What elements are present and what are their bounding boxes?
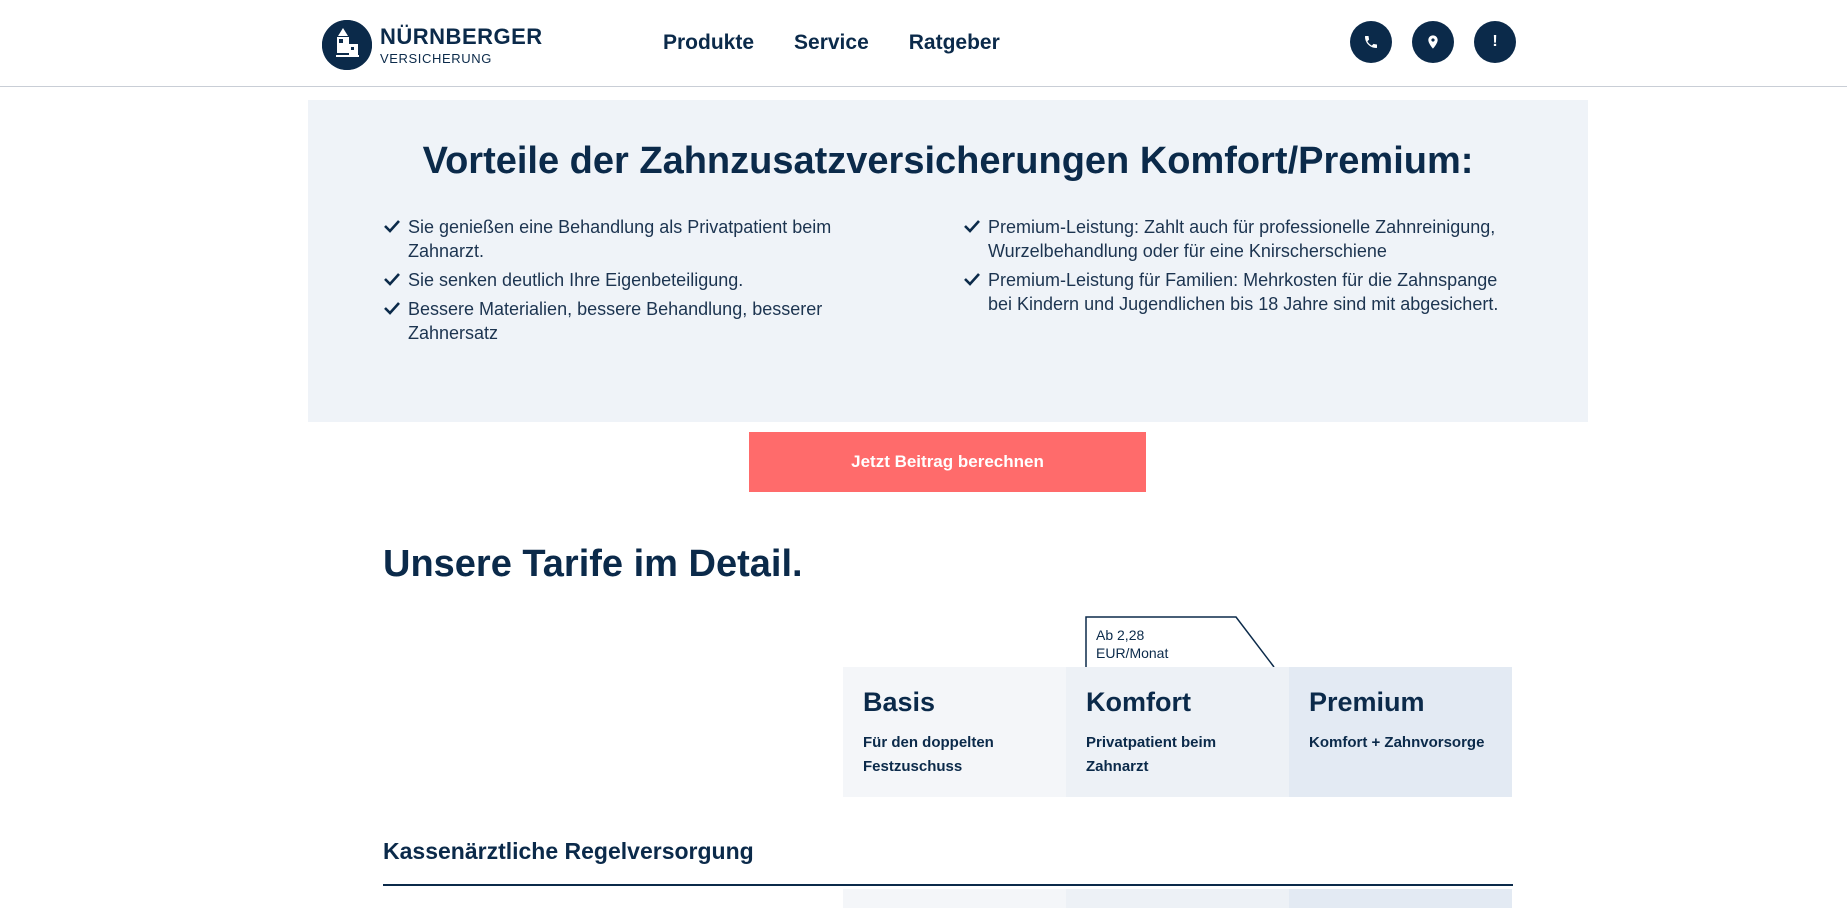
tariff-description: Komfort + Zahnvorsorge — [1309, 734, 1485, 751]
benefit-item: Sie senken deutlich Ihre Eigenbeteiligun… — [384, 268, 854, 292]
benefit-text: Premium-Leistung für Familien: Mehrkoste… — [988, 270, 1499, 314]
logo-emblem-icon — [322, 20, 372, 70]
main-nav: Produkte Service Ratgeber — [663, 30, 1040, 56]
benefit-text: Premium-Leistung: Zahlt auch für profess… — [988, 217, 1496, 261]
notice-button[interactable]: ! — [1474, 21, 1516, 63]
nav-produkte[interactable]: Produkte — [663, 30, 754, 56]
tariff-description: Privatpatient beim Zahnarzt — [1086, 734, 1217, 775]
nav-ratgeber[interactable]: Ratgeber — [909, 30, 1000, 56]
logo-wordmark: NÜRNBERGER — [380, 23, 543, 49]
tariff-card-basis[interactable]: Basis Für den doppelten Festzuschuss — [843, 667, 1066, 797]
checkmark-icon — [384, 220, 400, 233]
tariff-card-komfort[interactable]: Komfort Privatpatient beim Zahnarzt — [1066, 667, 1289, 797]
benefit-item: Bessere Materialien, bessere Behandlung,… — [384, 297, 854, 345]
benefit-text: Sie genießen eine Behandlung als Privatp… — [408, 217, 832, 261]
location-pin-icon — [1428, 35, 1438, 49]
benefits-title: Vorteile der Zahnzusatzversicherungen Ko… — [422, 140, 1474, 182]
benefit-text: Bessere Materialien, bessere Behandlung,… — [408, 299, 823, 343]
calculate-premium-button[interactable]: Jetzt Beitrag berechnen — [749, 432, 1146, 492]
benefits-list-left: Sie genießen eine Behandlung als Privatp… — [384, 215, 854, 350]
benefits-panel: Vorteile der Zahnzusatzversicherungen Ko… — [308, 100, 1588, 422]
comparison-cell-premium — [1289, 889, 1512, 908]
checkmark-icon — [384, 302, 400, 315]
comparison-cell-komfort — [1066, 889, 1289, 908]
exclamation-icon: ! — [1492, 33, 1498, 50]
price-tag-unit: EUR/Monat — [1096, 645, 1169, 661]
price-tag: Ab 2,28 EUR/Monat — [1085, 616, 1275, 668]
header-actions: ! — [1350, 21, 1536, 63]
benefit-item: Premium-Leistung: Zahlt auch für profess… — [964, 215, 1504, 263]
comparison-divider — [383, 884, 1513, 886]
tariff-description: Für den doppelten Festzuschuss — [863, 734, 994, 775]
phone-icon — [1365, 36, 1377, 48]
logo-subline: VERSICHERUNG — [380, 50, 492, 66]
checkmark-icon — [384, 273, 400, 286]
comparison-row-title: Kassenärztliche Regelversorgung — [383, 838, 754, 864]
location-button[interactable] — [1412, 21, 1454, 63]
tariff-cards: Basis Für den doppelten Festzuschuss Kom… — [843, 667, 1512, 797]
tariff-card-premium[interactable]: Premium Komfort + Zahnvorsorge — [1289, 667, 1512, 797]
checkmark-icon — [964, 220, 980, 233]
site-header: NÜRNBERGER VERSICHERUNG Produkte Service… — [0, 0, 1847, 87]
tariffs-title: Unsere Tarife im Detail. — [383, 543, 803, 585]
comparison-row-cells — [843, 889, 1512, 908]
price-tag-amount: Ab 2,28 — [1096, 627, 1145, 643]
tariff-name: Komfort — [1086, 687, 1191, 717]
benefit-text: Sie senken deutlich Ihre Eigenbeteiligun… — [408, 270, 744, 290]
phone-button[interactable] — [1350, 21, 1392, 63]
benefits-list-right: Premium-Leistung: Zahlt auch für profess… — [964, 215, 1504, 321]
benefit-item: Premium-Leistung für Familien: Mehrkoste… — [964, 268, 1504, 316]
benefit-item: Sie genießen eine Behandlung als Privatp… — [384, 215, 854, 263]
nuernberger-logo[interactable]: NÜRNBERGER VERSICHERUNG — [322, 19, 552, 71]
tariff-name: Basis — [863, 687, 936, 717]
nav-service[interactable]: Service — [794, 30, 869, 56]
tariff-name: Premium — [1309, 687, 1425, 717]
checkmark-icon — [964, 273, 980, 286]
comparison-cell-basis — [843, 889, 1066, 908]
